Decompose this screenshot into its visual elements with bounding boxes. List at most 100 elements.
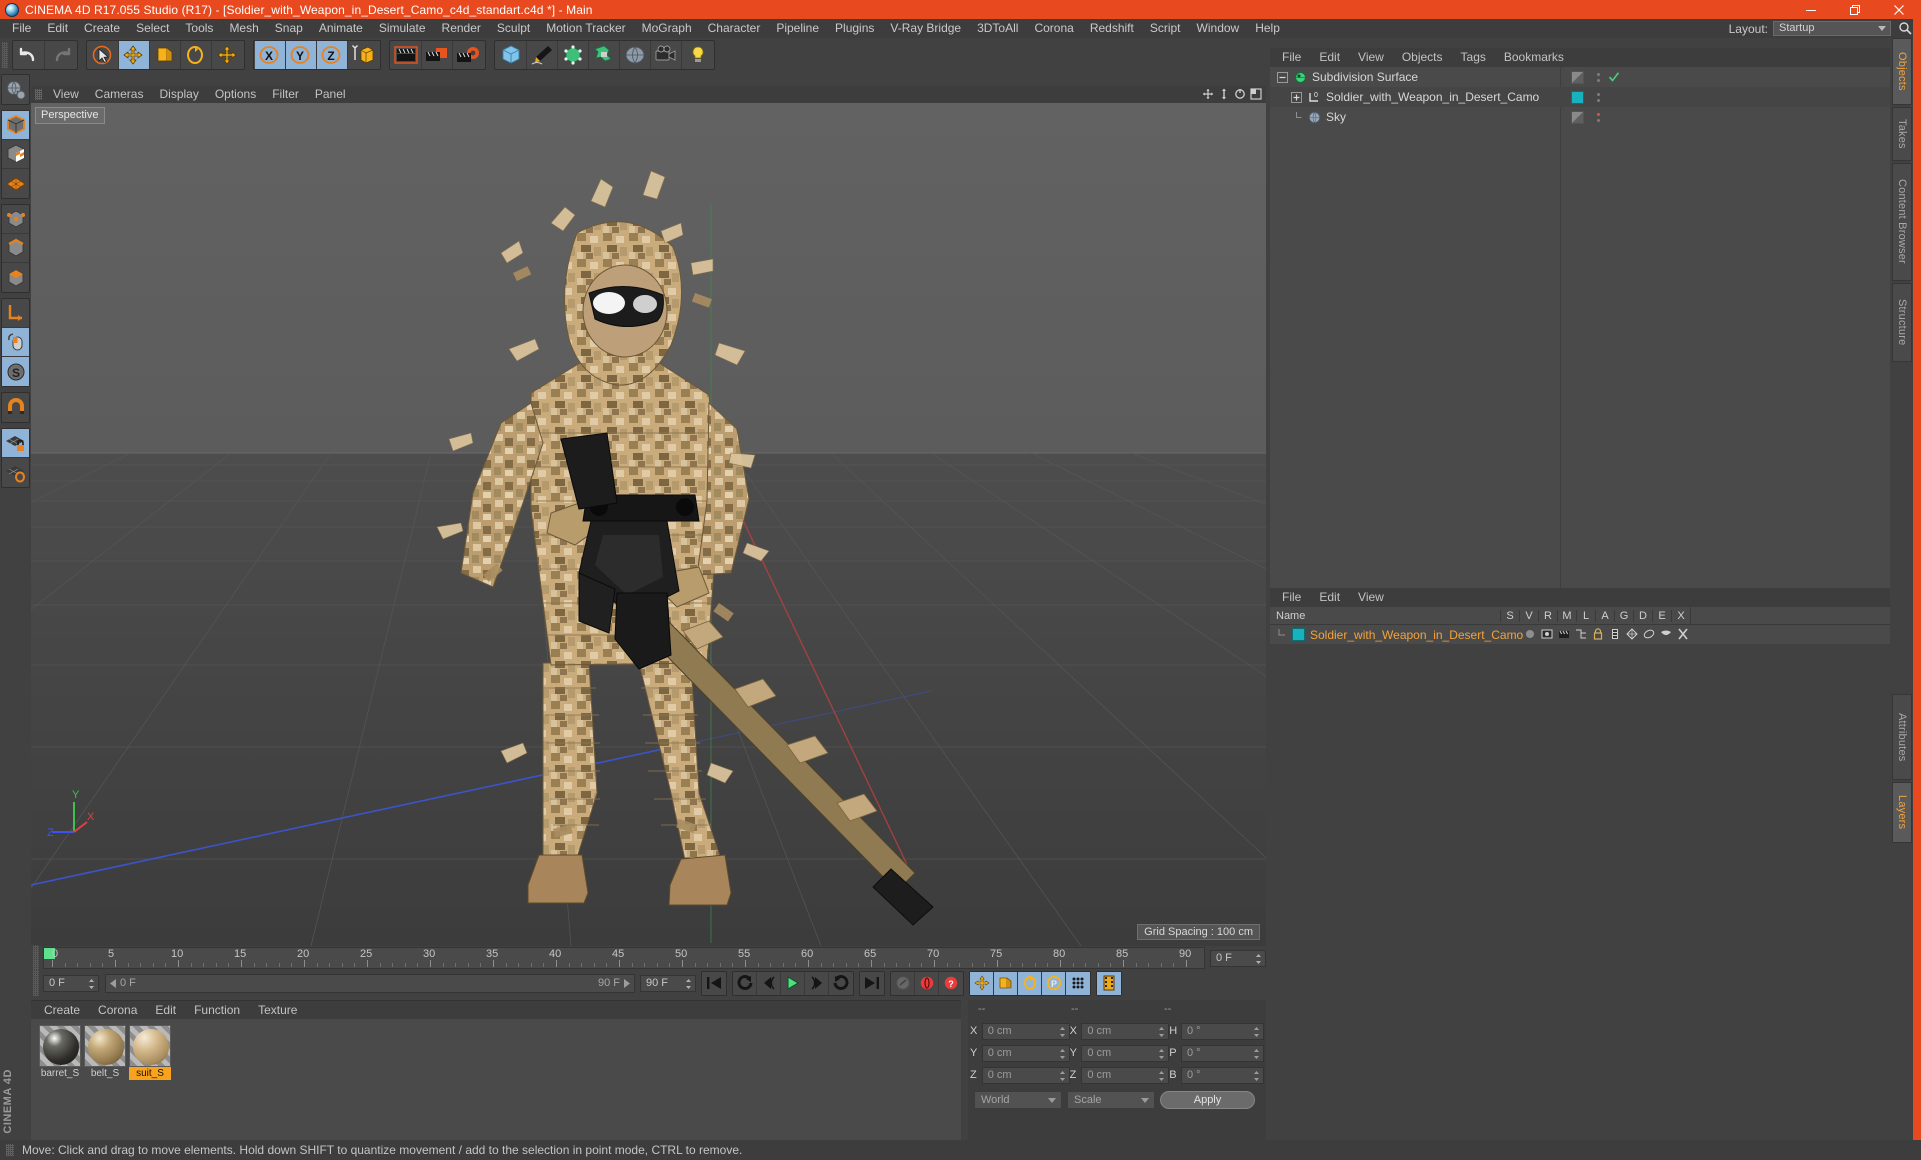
rotation-p-field[interactable]: 0 ° xyxy=(1180,1044,1264,1062)
object-menu-objects[interactable]: Objects xyxy=(1393,48,1452,67)
layer-column-s[interactable]: S xyxy=(1500,609,1519,622)
layer-menu-view[interactable]: View xyxy=(1349,588,1393,607)
position-z-field[interactable]: 0 cm xyxy=(981,1066,1070,1084)
material-menu-edit[interactable]: Edit xyxy=(146,1001,185,1019)
go-to-start-icon[interactable] xyxy=(702,972,726,995)
current-frame-field[interactable]: 0 F xyxy=(1210,949,1266,967)
object-tag[interactable] xyxy=(1560,70,1594,84)
layer-column-a[interactable]: A xyxy=(1595,609,1614,622)
restore-icon[interactable] xyxy=(1833,0,1877,19)
generator-icon[interactable] xyxy=(1626,628,1639,641)
material-menu-corona[interactable]: Corona xyxy=(89,1001,146,1019)
status-bar-grip[interactable] xyxy=(6,1144,14,1156)
scale-icon[interactable] xyxy=(150,41,181,69)
object-tag[interactable] xyxy=(1560,90,1594,104)
layer-rows[interactable]: Soldier_with_Weapon_in_Desert_Camo xyxy=(1270,625,1890,644)
viewport-menu-display[interactable]: Display xyxy=(151,86,206,103)
timeline-icon[interactable] xyxy=(1097,971,1121,995)
spinner-icon[interactable] xyxy=(1158,1026,1165,1038)
menu-item-character[interactable]: Character xyxy=(700,19,769,38)
viewport-menu-grip[interactable] xyxy=(35,89,42,100)
generator-icon[interactable] xyxy=(558,41,589,69)
spinner-icon[interactable] xyxy=(1255,953,1262,965)
menu-item-animate[interactable]: Animate xyxy=(311,19,371,38)
layer-menu-file[interactable]: File xyxy=(1273,588,1310,607)
step-forward-icon[interactable] xyxy=(805,971,829,995)
right-tab-takes[interactable]: Takes xyxy=(1892,106,1912,161)
points-mode-icon[interactable] xyxy=(2,205,29,234)
spinner-icon[interactable] xyxy=(1158,1070,1165,1082)
workplane-icon[interactable]: S xyxy=(2,357,29,386)
animation-icon[interactable] xyxy=(1609,628,1622,641)
render-view-icon[interactable] xyxy=(391,41,422,69)
position-x-field[interactable]: 0 cm xyxy=(981,1022,1070,1040)
right-tab-content-browser[interactable]: Content Browser xyxy=(1892,162,1912,281)
object-menu-tags[interactable]: Tags xyxy=(1452,48,1495,67)
undo-icon[interactable] xyxy=(14,41,45,69)
record-rotation-icon[interactable] xyxy=(1018,971,1042,995)
apply-button[interactable]: Apply xyxy=(1160,1091,1255,1109)
menu-item-plugins[interactable]: Plugins xyxy=(827,19,882,38)
menu-item-script[interactable]: Script xyxy=(1142,19,1189,38)
object-name[interactable]: Subdivision Surface xyxy=(1312,70,1418,84)
menu-item-pipeline[interactable]: Pipeline xyxy=(768,19,827,38)
quantize-lock-icon[interactable] xyxy=(2,429,29,458)
workplane-rotate-icon[interactable] xyxy=(2,458,29,487)
axis-move-icon[interactable] xyxy=(212,41,243,69)
transport-grip[interactable] xyxy=(33,970,39,996)
collapse-expander-icon[interactable] xyxy=(1276,71,1289,84)
material-item[interactable]: belt_S xyxy=(84,1025,126,1140)
move-icon[interactable] xyxy=(119,41,150,69)
menu-item-edit[interactable]: Edit xyxy=(39,19,76,38)
record-icon[interactable] xyxy=(915,971,939,995)
x-axis-icon[interactable]: X xyxy=(255,41,286,69)
spinner-icon[interactable] xyxy=(1059,1048,1066,1060)
object-menu-bookmarks[interactable]: Bookmarks xyxy=(1495,48,1573,67)
viewport-menu-filter[interactable]: Filter xyxy=(264,86,307,103)
menu-item-snap[interactable]: Snap xyxy=(267,19,311,38)
menu-item-motion-tracker[interactable]: Motion Tracker xyxy=(538,19,633,38)
layer-column-d[interactable]: D xyxy=(1633,609,1652,622)
object-menu-view[interactable]: View xyxy=(1349,48,1393,67)
viewport-menu-panel[interactable]: Panel xyxy=(307,86,354,103)
menu-item-tools[interactable]: Tools xyxy=(177,19,221,38)
size-y-field[interactable]: 0 cm xyxy=(1081,1044,1170,1062)
spinner-icon[interactable] xyxy=(1059,1026,1066,1038)
viewport-zoom-icon[interactable] xyxy=(1218,88,1230,103)
layer-column-x[interactable]: X xyxy=(1671,609,1690,622)
material-menu-function[interactable]: Function xyxy=(185,1001,249,1019)
record-scale-icon[interactable] xyxy=(994,971,1018,995)
layer-column-l[interactable]: L xyxy=(1576,609,1595,622)
record-param-icon[interactable]: P xyxy=(1042,971,1066,995)
material-item[interactable]: barret_S xyxy=(39,1025,81,1140)
object-name[interactable]: Sky xyxy=(1326,110,1346,124)
visibility-dots[interactable] xyxy=(1594,72,1603,82)
material-item[interactable]: suit_S xyxy=(129,1025,171,1140)
spinner-icon[interactable] xyxy=(1253,1070,1260,1082)
layer-name[interactable]: Soldier_with_Weapon_in_Desert_Camo xyxy=(1310,628,1523,642)
menu-item-3dtoall[interactable]: 3DToAll xyxy=(969,19,1026,38)
xref-icon[interactable] xyxy=(1677,628,1690,641)
material-preview[interactable] xyxy=(39,1025,81,1067)
record-position-icon[interactable] xyxy=(970,971,994,995)
viewport-rotate-icon[interactable] xyxy=(1234,88,1246,103)
preview-range-slider[interactable]: 0 F 90 F xyxy=(105,973,635,993)
viewport-menu-cameras[interactable]: Cameras xyxy=(87,86,152,103)
axis-mode-icon[interactable] xyxy=(2,299,29,328)
next-key-icon[interactable] xyxy=(829,972,853,995)
layer-row[interactable]: Soldier_with_Weapon_in_Desert_Camo xyxy=(1270,625,1890,644)
layout-dropdown[interactable]: Startup xyxy=(1773,21,1891,36)
lock-icon[interactable] xyxy=(1592,628,1605,641)
polygons-mode-icon[interactable] xyxy=(2,263,29,292)
autokey-icon[interactable] xyxy=(891,971,915,995)
search-icon[interactable] xyxy=(1898,21,1913,36)
coordinate-mode-dropdown[interactable]: Scale xyxy=(1067,1091,1155,1109)
menu-item-file[interactable]: File xyxy=(4,19,39,38)
spinner-icon[interactable] xyxy=(1253,1048,1260,1060)
rotation-b-field[interactable]: 0 ° xyxy=(1180,1066,1264,1084)
spinner-icon[interactable] xyxy=(1253,1026,1260,1038)
viewport-menu-options[interactable]: Options xyxy=(207,86,264,103)
snap-magnet-icon[interactable] xyxy=(2,393,29,422)
material-list[interactable]: barret_S belt_S suit_S xyxy=(31,1019,961,1140)
material-preview[interactable] xyxy=(129,1025,171,1067)
